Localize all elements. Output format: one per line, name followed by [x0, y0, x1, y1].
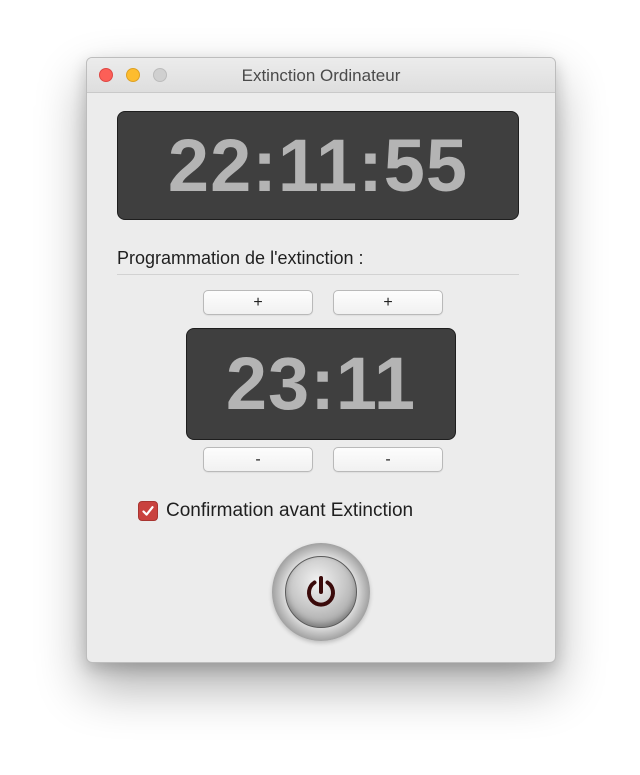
title-bar[interactable]: Extinction Ordinateur — [87, 58, 555, 93]
confirmation-label[interactable]: Confirmation avant Extinction — [166, 500, 413, 522]
decrement-hour-button[interactable]: - — [203, 447, 313, 472]
section-separator — [117, 274, 519, 275]
power-button[interactable] — [272, 543, 370, 641]
desktop-background: Extinction Ordinateur 22:11:55 Programma… — [0, 0, 640, 775]
power-button-face[interactable] — [285, 556, 357, 628]
current-time-display: 22:11:55 — [117, 111, 519, 220]
app-window: Extinction Ordinateur 22:11:55 Programma… — [86, 57, 556, 663]
window-title: Extinction Ordinateur — [241, 66, 401, 85]
shutdown-time-display: 23:11 — [186, 328, 456, 440]
checkmark-icon — [142, 506, 154, 516]
decrement-minute-button[interactable]: - — [333, 447, 443, 472]
confirmation-checkbox[interactable] — [138, 501, 158, 521]
increment-hour-button[interactable]: + — [203, 290, 313, 315]
power-icon — [307, 576, 335, 607]
schedule-section-label: Programmation de l'extinction : — [117, 248, 364, 268]
increment-minute-button[interactable]: + — [333, 290, 443, 315]
